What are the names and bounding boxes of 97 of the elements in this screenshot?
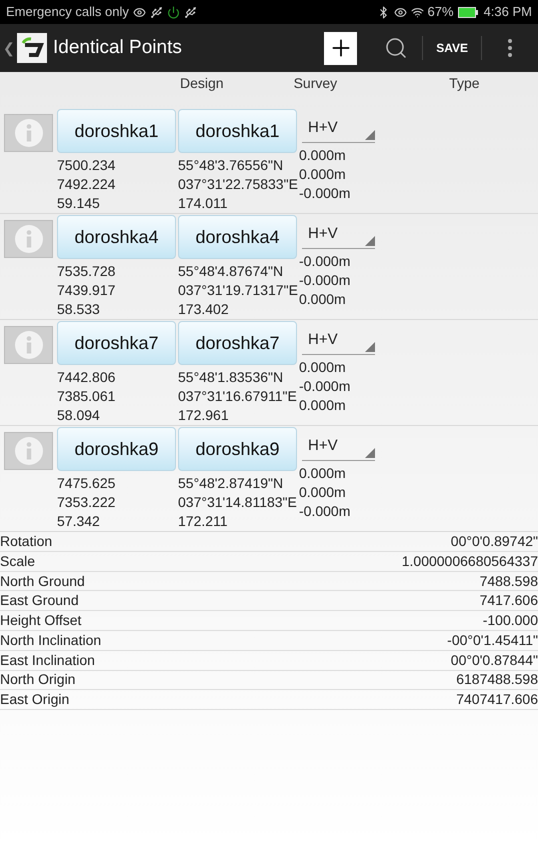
dropdown-corner-icon	[365, 236, 375, 246]
result-value: 00°0'0.89742"	[450, 532, 538, 551]
residual-text: 0.000m	[299, 165, 347, 184]
result-value: -100.000	[482, 611, 538, 630]
coordinate-text: 7442.806	[57, 368, 116, 387]
save-button[interactable]: SAVE	[423, 39, 481, 57]
coordinate-text: 7535.728	[57, 262, 116, 281]
type-dropdown[interactable]: H+V	[302, 327, 375, 355]
coordinate-text: 037°31'19.71317"E	[178, 281, 299, 300]
search-icon[interactable]	[384, 36, 408, 60]
result-value: 7488.598	[480, 572, 538, 590]
coordinate-text: 7353.222	[57, 493, 116, 512]
result-label: North Origin	[0, 670, 76, 690]
result-value: 6187488.598	[456, 670, 538, 690]
result-label: East Ground	[0, 591, 79, 610]
battery-text: 67%	[428, 3, 454, 22]
coordinate-text: 55°48'2.87419"N	[178, 474, 284, 493]
result-label: Height Offset	[0, 611, 82, 630]
coordinate-text: 7475.625	[57, 474, 116, 493]
residual-text: 0.000m	[299, 146, 347, 165]
design-point-button[interactable]: doroshka1	[57, 109, 176, 153]
eye-icon	[132, 6, 146, 18]
coordinate-text: 57.342	[57, 512, 101, 531]
info-button[interactable]	[4, 220, 53, 258]
column-header: Type	[449, 74, 480, 93]
dropdown-corner-icon	[365, 130, 375, 140]
design-point-button[interactable]: doroshka4	[57, 215, 176, 259]
usb-icon	[184, 6, 197, 18]
dropdown-corner-icon	[365, 342, 375, 352]
eye-icon	[394, 6, 407, 18]
result-label: North Inclination	[0, 630, 102, 650]
design-point-button[interactable]: doroshka9	[57, 427, 176, 471]
coordinate-text: 55°48'1.83536"N	[178, 368, 284, 387]
type-dropdown[interactable]: H+V	[302, 115, 375, 143]
coordinate-text: 172.961	[178, 406, 230, 425]
clock-text: 4:36 PM	[484, 3, 532, 22]
coordinate-text: 7439.917	[57, 281, 116, 300]
result-value: -00°0'1.45411"	[447, 630, 538, 650]
residual-text: 0.000m	[299, 358, 347, 377]
coordinate-text: 037°31'16.67911"E	[178, 387, 298, 406]
result-label: East Inclination	[0, 650, 95, 670]
info-icon	[14, 224, 44, 254]
coordinate-text: 59.145	[57, 194, 101, 213]
wifi-icon	[410, 6, 424, 18]
coordinate-text: 7492.224	[57, 175, 116, 194]
info-button[interactable]	[4, 432, 53, 470]
usb-icon	[150, 6, 163, 18]
coordinate-text: 7500.234	[57, 156, 116, 175]
carrier-text: Emergency calls only	[6, 3, 129, 22]
app-logo-icon	[17, 33, 47, 63]
residual-text: -0.000m	[299, 502, 352, 521]
battery-icon	[458, 6, 478, 18]
residual-text: -0.000m	[299, 271, 352, 290]
info-icon	[14, 118, 44, 148]
design-point-button[interactable]: doroshka7	[57, 321, 176, 365]
survey-point-button[interactable]: doroshka9	[178, 427, 297, 471]
column-header: Survey	[294, 74, 338, 93]
coordinate-text: 7385.061	[57, 387, 116, 406]
residual-text: 0.000m	[299, 483, 347, 502]
type-dropdown[interactable]: H+V	[302, 221, 375, 249]
coordinate-text: 174.011	[178, 194, 229, 213]
result-label: Scale	[0, 552, 36, 571]
result-label: Rotation	[0, 532, 52, 551]
type-dropdown[interactable]: H+V	[302, 433, 375, 461]
survey-point-button[interactable]: doroshka4	[178, 215, 297, 259]
coordinate-text: 037°31'14.81183"E	[178, 493, 298, 512]
coordinate-text: 55°48'3.76556"N	[178, 156, 284, 175]
window-title: Identical Points	[53, 36, 182, 60]
survey-point-button[interactable]: doroshka1	[178, 109, 297, 153]
back-button[interactable]: ❮	[3, 38, 15, 58]
coordinate-text: 172.211	[178, 512, 229, 531]
residual-text: 0.000m	[299, 290, 347, 309]
result-value: 1.0000006680564337	[402, 552, 538, 571]
result-value: 7417.606	[480, 591, 538, 610]
residual-text: 0.000m	[299, 464, 347, 483]
info-button[interactable]	[4, 114, 53, 152]
coordinate-text: 55°48'4.87674"N	[178, 262, 284, 281]
coordinate-text: 037°31'22.75833"E	[178, 175, 299, 194]
result-value: 00°0'0.87844"	[450, 650, 538, 670]
add-button[interactable]	[324, 32, 358, 64]
residual-text: -0.000m	[299, 377, 352, 396]
residual-text: -0.000m	[299, 184, 352, 203]
residual-text: -0.000m	[299, 252, 352, 271]
coordinate-text: 58.094	[57, 406, 101, 425]
coordinate-text: 58.533	[57, 300, 101, 319]
dropdown-corner-icon	[365, 448, 375, 458]
coordinate-text: 173.402	[178, 300, 230, 319]
survey-point-button[interactable]: doroshka7	[178, 321, 297, 365]
result-value: 7407417.606	[456, 690, 538, 710]
info-icon	[14, 436, 44, 466]
result-label: East Origin	[0, 690, 70, 710]
result-label: North Ground	[0, 572, 85, 590]
info-icon	[14, 330, 44, 360]
residual-text: 0.000m	[299, 396, 347, 415]
info-button[interactable]	[4, 326, 53, 364]
power-icon	[166, 6, 180, 18]
column-header: Design	[180, 74, 224, 93]
